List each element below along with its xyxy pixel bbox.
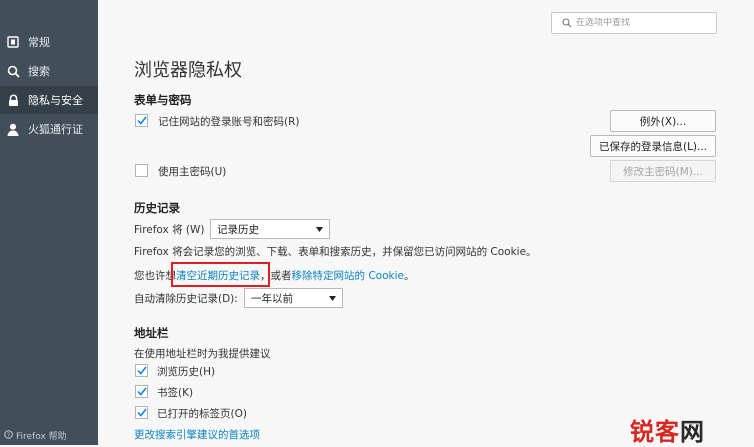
suggest-history-label[interactable]: 浏览历史(H) — [157, 364, 215, 379]
history-description: Firefox 将会记录您的浏览、下载、表单和搜索历史，并保留您已访问网站的 C… — [134, 246, 537, 258]
dropdown-arrow-icon — [329, 296, 336, 301]
sidebar-item-general[interactable]: 常规 — [0, 28, 98, 56]
remember-logins-label[interactable]: 记住网站的登录账号和密码(R) — [158, 114, 300, 129]
checkmark-icon — [136, 387, 147, 396]
end-period: 。 — [403, 270, 415, 282]
section-title-history: 历史记录 — [134, 201, 180, 215]
account-icon — [6, 122, 20, 136]
saved-logins-button[interactable]: 已保存的登录信息(L)... — [590, 135, 716, 157]
change-master-password-button[interactable]: 修改主密码(M)... — [610, 160, 716, 182]
sidebar-item-label: 搜索 — [28, 65, 50, 78]
sidebar-item-search[interactable]: 搜索 — [0, 57, 98, 85]
help-icon: ? — [4, 429, 13, 442]
suggest-open-tabs-checkbox[interactable] — [135, 406, 148, 419]
master-password-label[interactable]: 使用主密码(U) — [158, 164, 226, 179]
suggest-bookmarks-checkbox[interactable] — [135, 385, 148, 398]
checkmark-icon — [136, 116, 147, 125]
sidebar: 常规 搜索 隐私与安全 火狐通行证 ? Firefox 帮助 — [0, 0, 98, 445]
exceptions-button[interactable]: 例外(X)... — [610, 110, 716, 132]
sidebar-item-account[interactable]: 火狐通行证 — [0, 115, 98, 143]
auto-clear-value: 一年以前 — [251, 292, 293, 305]
suggest-open-tabs-label[interactable]: 已打开的标签页(O) — [157, 406, 247, 421]
section-title-forms: 表单与密码 — [134, 93, 192, 107]
sidebar-item-label: 隐私与安全 — [28, 94, 83, 107]
firefox-will-label: Firefox 将 (W) — [134, 224, 205, 236]
auto-clear-label: 自动清除历史记录(D): — [134, 293, 238, 305]
master-password-checkbox[interactable] — [135, 164, 148, 177]
highlight-box — [171, 262, 270, 287]
change-search-suggestions-link[interactable]: 更改搜索引擎建议的首选项 — [134, 427, 260, 442]
remove-cookies-link[interactable]: 移除特定网站的 Cookie — [292, 270, 404, 282]
watermark-text-red: 锐客 — [630, 418, 680, 446]
search-input[interactable] — [576, 18, 706, 28]
watermark-logo: 锐客网 — [630, 412, 705, 447]
page-title: 浏览器隐私权 — [134, 60, 242, 81]
checkmark-icon — [136, 366, 147, 375]
svg-text:?: ? — [7, 432, 10, 439]
watermark-text-dark: 网 — [680, 418, 705, 446]
lock-icon — [6, 93, 20, 107]
suggest-history-checkbox[interactable] — [135, 364, 148, 377]
suggest-bookmarks-label[interactable]: 书签(K) — [157, 385, 193, 400]
search-icon — [562, 18, 572, 28]
general-icon — [6, 35, 20, 49]
checkmark-icon — [136, 408, 147, 417]
section-title-address-bar: 地址栏 — [134, 326, 169, 340]
help-link[interactable]: ? Firefox 帮助 — [4, 429, 67, 442]
sidebar-item-label: 火狐通行证 — [28, 123, 83, 136]
options-search-box[interactable] — [551, 12, 717, 34]
search-icon — [6, 64, 20, 78]
sidebar-item-label: 常规 — [28, 36, 50, 49]
history-mode-select[interactable]: 记录历史 — [210, 219, 330, 239]
address-bar-suggest-label: 在使用地址栏时为我提供建议 — [134, 348, 271, 360]
allow-prefix-text: 您也许想 — [134, 270, 176, 282]
help-label: Firefox 帮助 — [16, 432, 67, 442]
remember-logins-checkbox[interactable] — [135, 114, 148, 127]
dropdown-arrow-icon — [316, 227, 323, 232]
sidebar-item-privacy[interactable]: 隐私与安全 — [0, 86, 98, 114]
history-mode-value: 记录历史 — [217, 223, 259, 236]
auto-clear-select[interactable]: 一年以前 — [244, 288, 343, 308]
